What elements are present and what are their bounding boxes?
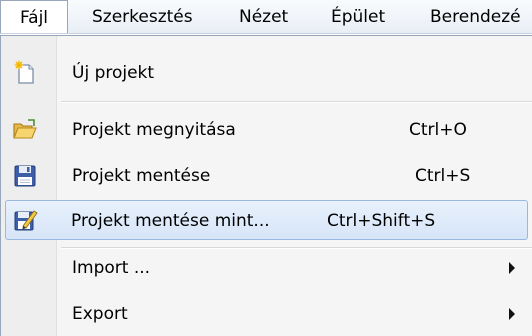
save-as-icon	[12, 207, 38, 233]
menu-item-import[interactable]: Import ...	[2, 248, 532, 288]
menu-item-label: Projekt mentése	[72, 166, 211, 186]
menu-item-label: Export	[72, 304, 128, 324]
menu-item-save-project-as[interactable]: Projekt mentése mint... Ctrl+Shift+S	[5, 200, 528, 240]
menu-item-save-project[interactable]: Projekt mentése Ctrl+S	[2, 156, 532, 196]
menu-berendezes[interactable]: Berendezé	[430, 0, 521, 33]
menu-item-shortcut: Ctrl+Shift+S	[327, 211, 436, 231]
menu-nezet[interactable]: Nézet	[239, 0, 288, 33]
menu-item-shortcut: Ctrl+S	[415, 166, 471, 186]
save-disk-icon	[12, 163, 38, 189]
submenu-arrow-icon	[509, 308, 515, 320]
menu-separator	[61, 101, 532, 103]
open-folder-icon	[12, 117, 38, 143]
menu-item-shortcut: Ctrl+O	[409, 120, 467, 140]
menu-item-export[interactable]: Export	[2, 294, 532, 334]
menu-item-open-project[interactable]: Projekt megnyitása Ctrl+O	[2, 110, 532, 150]
menu-item-new-project[interactable]: Új projekt	[2, 53, 532, 93]
menu-item-label: Új projekt	[72, 63, 155, 83]
menu-item-label: Projekt megnyitása	[72, 120, 236, 140]
menu-epulet[interactable]: Épület	[331, 0, 385, 33]
menu-bar: Fájl Szerkesztés Nézet Épület Berendezé	[0, 0, 532, 34]
file-dropdown-menu: Új projekt Projekt megnyitása Ctrl+O Pro…	[0, 35, 532, 336]
menu-fajl[interactable]: Fájl	[0, 0, 68, 33]
menu-item-label: Import ...	[72, 258, 151, 278]
new-project-icon	[12, 60, 38, 86]
menu-szerkesztes[interactable]: Szerkesztés	[92, 0, 193, 33]
submenu-arrow-icon	[509, 262, 515, 274]
menu-item-label: Projekt mentése mint...	[71, 211, 270, 231]
